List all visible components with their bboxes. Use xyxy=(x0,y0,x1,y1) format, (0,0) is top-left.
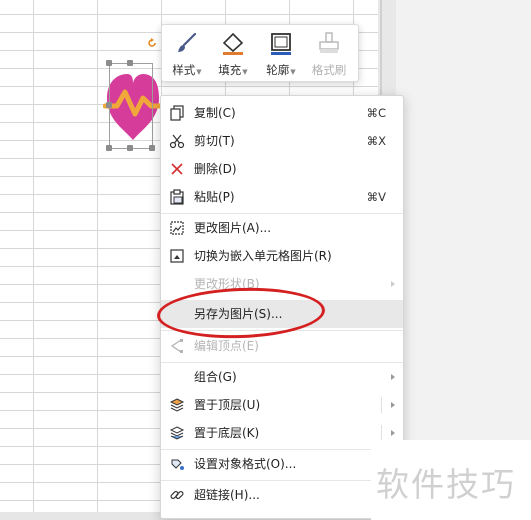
paint-bucket-icon xyxy=(222,32,244,55)
paste-shortcut: ⌘V xyxy=(366,190,386,204)
link-icon xyxy=(170,490,184,500)
menu-item-hyperlink[interactable]: 超链接(H)... ⌘ xyxy=(161,481,403,509)
send-to-back-label: 置于底层(K) xyxy=(194,426,260,440)
format-object-label: 设置对象格式(O)... xyxy=(194,457,297,471)
submenu-arrow-icon[interactable] xyxy=(391,430,395,436)
bring-to-front-icon xyxy=(169,398,185,412)
resize-handle[interactable] xyxy=(106,60,112,66)
selection-box xyxy=(109,63,153,149)
resize-handle[interactable] xyxy=(149,145,155,151)
split-divider xyxy=(381,397,382,413)
brush-icon xyxy=(178,32,197,52)
resize-handle[interactable] xyxy=(127,145,133,151)
style-label: 样式 xyxy=(172,63,196,77)
cut-shortcut: ⌘X xyxy=(366,134,386,148)
copy-shortcut: ⌘C xyxy=(366,106,386,120)
delete-label: 删除(D) xyxy=(194,162,237,176)
copy-icon xyxy=(170,105,184,121)
rotate-handle-icon[interactable] xyxy=(147,38,157,48)
outline-label: 轮廓 xyxy=(266,63,290,77)
format-painter-button[interactable]: 格式刷 xyxy=(306,25,352,81)
resize-handle[interactable] xyxy=(106,145,112,151)
paste-label: 粘贴(P) xyxy=(194,190,235,204)
format-painter-icon xyxy=(319,32,339,53)
menu-item-delete[interactable]: 删除(D) xyxy=(161,155,403,183)
fill-button[interactable]: 填充▼ xyxy=(210,25,256,81)
menu-item-send-to-back[interactable]: 置于底层(K) xyxy=(161,419,403,447)
chevron-down-icon: ▼ xyxy=(196,68,202,76)
split-divider xyxy=(381,425,382,441)
embed-picture-icon xyxy=(170,249,184,263)
menu-item-copy[interactable]: 复制(C) ⌘C xyxy=(161,99,403,127)
resize-handle[interactable] xyxy=(127,60,133,66)
menu-item-embed-in-cell[interactable]: 切换为嵌入单元格图片(R) xyxy=(161,242,403,270)
outline-square-icon xyxy=(271,33,291,55)
clipboard-icon xyxy=(170,189,184,205)
change-picture-icon xyxy=(170,221,184,235)
edit-points-icon xyxy=(170,339,183,353)
chevron-down-icon: ▼ xyxy=(290,68,296,76)
format-painter-label: 格式刷 xyxy=(311,63,347,77)
change-picture-label: 更改图片(A)... xyxy=(194,221,272,235)
fill-label: 填充 xyxy=(218,63,242,77)
hyperlink-label: 超链接(H)... xyxy=(194,488,260,502)
format-object-icon xyxy=(171,459,184,470)
menu-item-group[interactable]: 组合(G) xyxy=(161,363,403,391)
resize-handle[interactable] xyxy=(106,102,112,108)
watermark-text: 软件技巧 xyxy=(376,465,516,504)
scissors-icon xyxy=(169,134,185,149)
menu-item-cut[interactable]: 剪切(T) ⌘X xyxy=(161,127,403,155)
copy-label: 复制(C) xyxy=(194,106,236,120)
embed-in-cell-label: 切换为嵌入单元格图片(R) xyxy=(194,249,332,263)
submenu-arrow-icon xyxy=(391,374,395,380)
chevron-down-icon: ▼ xyxy=(242,68,248,76)
group-label: 组合(G) xyxy=(194,370,237,384)
bring-to-front-label: 置于顶层(U) xyxy=(194,398,261,412)
delete-x-icon xyxy=(171,163,183,175)
cut-label: 剪切(T) xyxy=(194,134,235,148)
menu-item-bring-to-front[interactable]: 置于顶层(U) xyxy=(161,391,403,419)
submenu-arrow-icon[interactable] xyxy=(391,402,395,408)
menu-item-format-object[interactable]: 设置对象格式(O)... xyxy=(161,450,403,478)
menu-item-edit-points[interactable]: 编辑顶点(E) xyxy=(161,332,403,360)
submenu-arrow-icon xyxy=(391,281,395,287)
floating-format-toolbar: 样式▼ 填充▼ 轮廓▼ 格式刷 xyxy=(161,24,359,82)
style-button[interactable]: 样式▼ xyxy=(164,25,210,81)
menu-item-paste[interactable]: 粘贴(P) ⌘V xyxy=(161,183,403,211)
outline-button[interactable]: 轮廓▼ xyxy=(258,25,304,81)
menu-item-change-picture[interactable]: 更改图片(A)... xyxy=(161,214,403,242)
send-to-back-icon xyxy=(169,426,185,440)
